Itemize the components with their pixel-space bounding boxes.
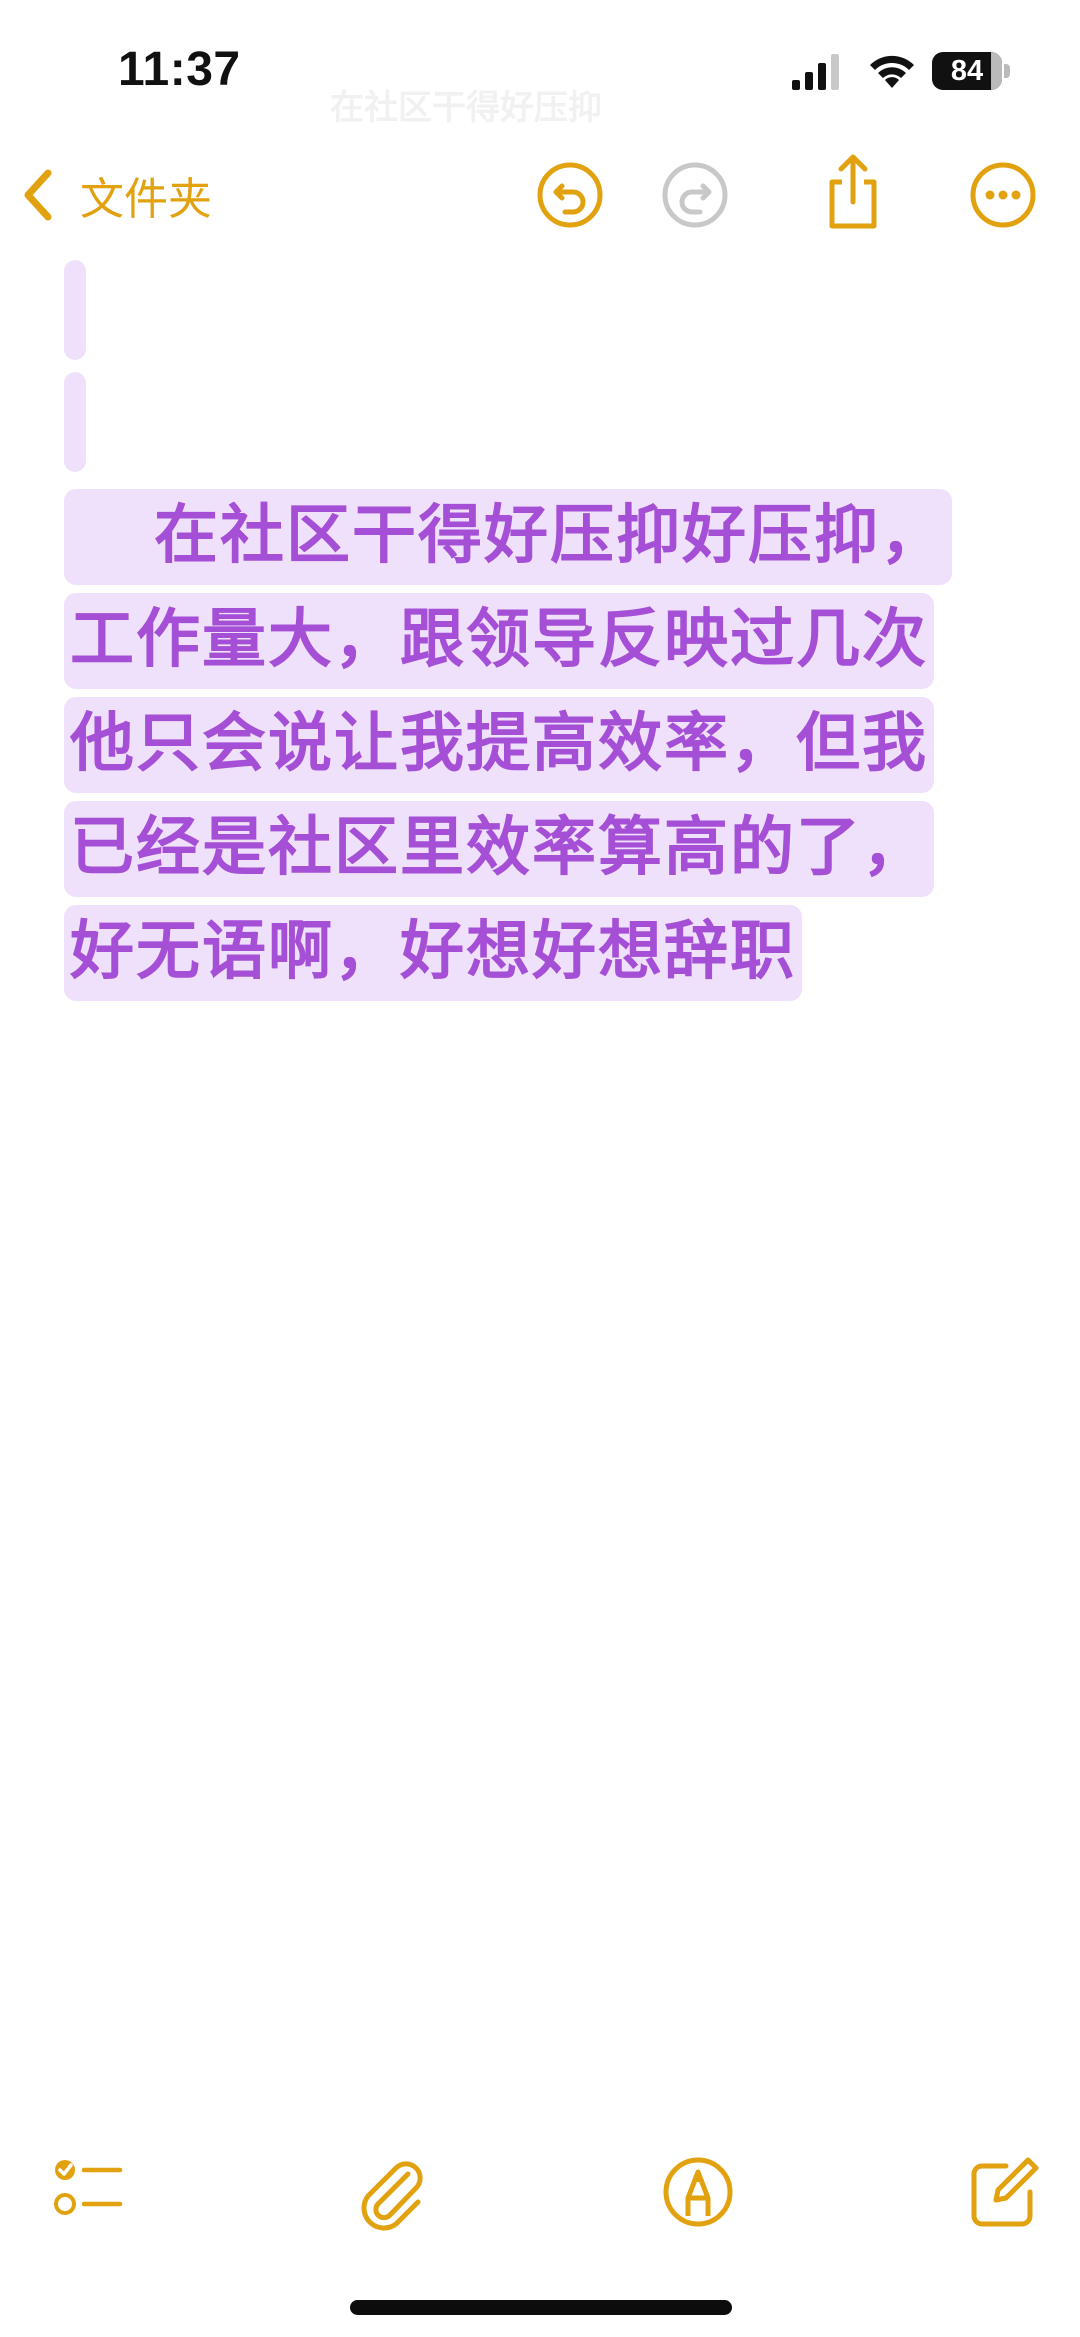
redo-icon[interactable]: [660, 160, 730, 230]
note-text: 在社区干得好压抑好压抑，工作量大，跟领导反映过几次他只会说让我提高效率，但我已经…: [70, 499, 946, 989]
compose-icon[interactable]: [962, 2152, 1042, 2232]
more-icon[interactable]: [968, 160, 1038, 230]
selected-text-highlight: 在社区干得好压抑好压抑，工作量大，跟领导反映过几次他只会说让我提高效率，但我已经…: [64, 489, 952, 1001]
battery-body: 84: [932, 52, 1002, 90]
note-editor[interactable]: 在社区干得好压抑好压抑，工作量大，跟领导反映过几次他只会说让我提高效率，但我已经…: [64, 260, 984, 1004]
markup-pen-icon[interactable]: [658, 2152, 738, 2232]
share-icon[interactable]: [818, 152, 888, 232]
navigation-bar: 文件夹: [0, 140, 1080, 250]
paperclip-icon[interactable]: [352, 2152, 432, 2232]
empty-line-selection: [64, 260, 86, 360]
status-time: 11:37: [118, 43, 241, 96]
checklist-icon[interactable]: [48, 2152, 128, 2232]
battery-cap: [1004, 64, 1010, 78]
empty-line-selection: [64, 372, 86, 472]
wifi-icon: [870, 55, 914, 88]
battery-indicator: 84: [932, 52, 1010, 92]
status-bar: 11:37 在社区干得好压抑 84: [0, 0, 1080, 140]
cellular-signal-icon: [792, 54, 839, 90]
status-faint-text: 在社区干得好压抑: [330, 88, 602, 128]
battery-percent: 84: [950, 55, 984, 87]
home-indicator[interactable]: [350, 2300, 732, 2315]
back-label: 文件夹: [80, 174, 212, 225]
chevron-left-icon: [24, 169, 52, 221]
note-body[interactable]: 在社区干得好压抑好压抑，工作量大，跟领导反映过几次他只会说让我提高效率，但我已经…: [64, 484, 974, 1004]
bottom-toolbar: [0, 2140, 1080, 2250]
undo-icon[interactable]: [535, 160, 605, 230]
back-button[interactable]: 文件夹: [18, 162, 212, 228]
